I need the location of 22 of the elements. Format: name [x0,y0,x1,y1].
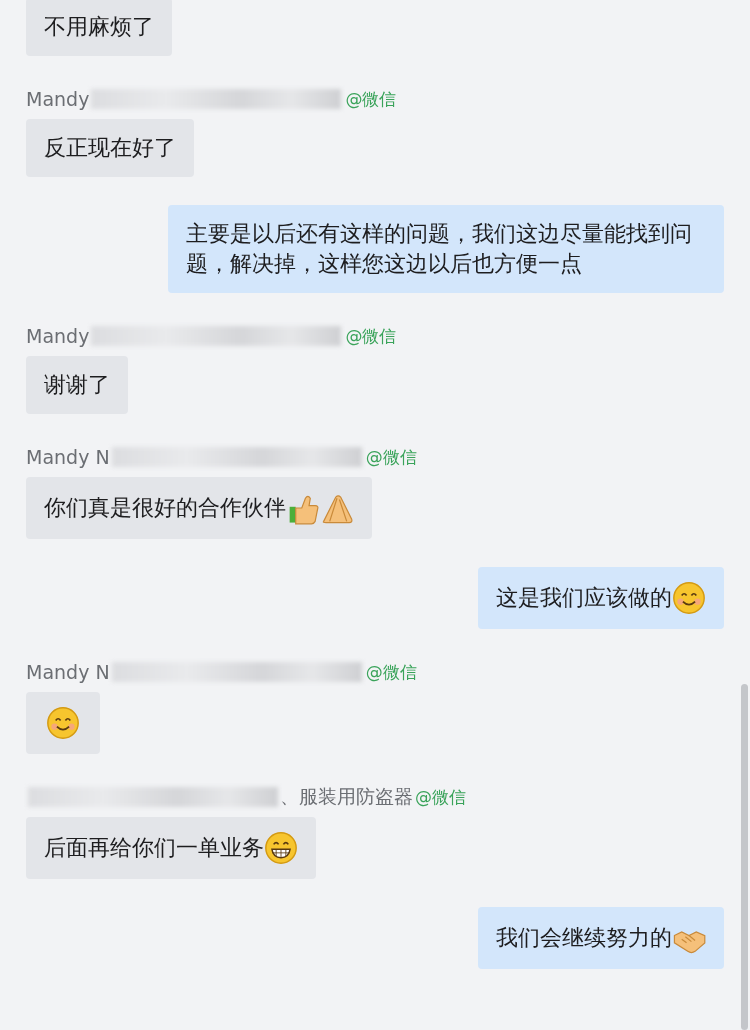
sender-name: Mandy N [26,661,110,683]
channel-tag: @微信 [365,660,417,684]
sender-name: Mandy N [26,446,110,468]
message-text: 后面再给你们一单业务 [44,834,264,862]
channel-tag: @微信 [365,445,417,469]
scrollbar-thumb[interactable] [741,684,748,1030]
smile-emoji-icon [46,706,80,740]
channel-tag: @微信 [415,785,466,809]
message-text: 这是我们应该做的 [496,584,672,612]
message-text: 不用麻烦了 [44,13,154,41]
message-text: 我们会继续努力的 [496,924,672,952]
channel-tag: @微信 [345,324,397,348]
message-text: 反正现在好了 [44,134,176,162]
message-text: 你们真是很好的合作伙伴 [44,494,286,522]
sender-name: Mandy [26,325,90,347]
sender-name: Mandy [26,88,90,110]
grin-emoji-icon [264,831,298,865]
message-text: 主要是以后还有这样的问题，我们这边尽量能找到问题，解决掉，这样您这边以后也方便一点 [186,220,693,278]
smile-emoji-icon [672,581,706,615]
channel-tag: @微信 [345,87,397,111]
message-text: 谢谢了 [44,371,110,399]
sender-name: 、服装用防盗器 [280,784,413,809]
